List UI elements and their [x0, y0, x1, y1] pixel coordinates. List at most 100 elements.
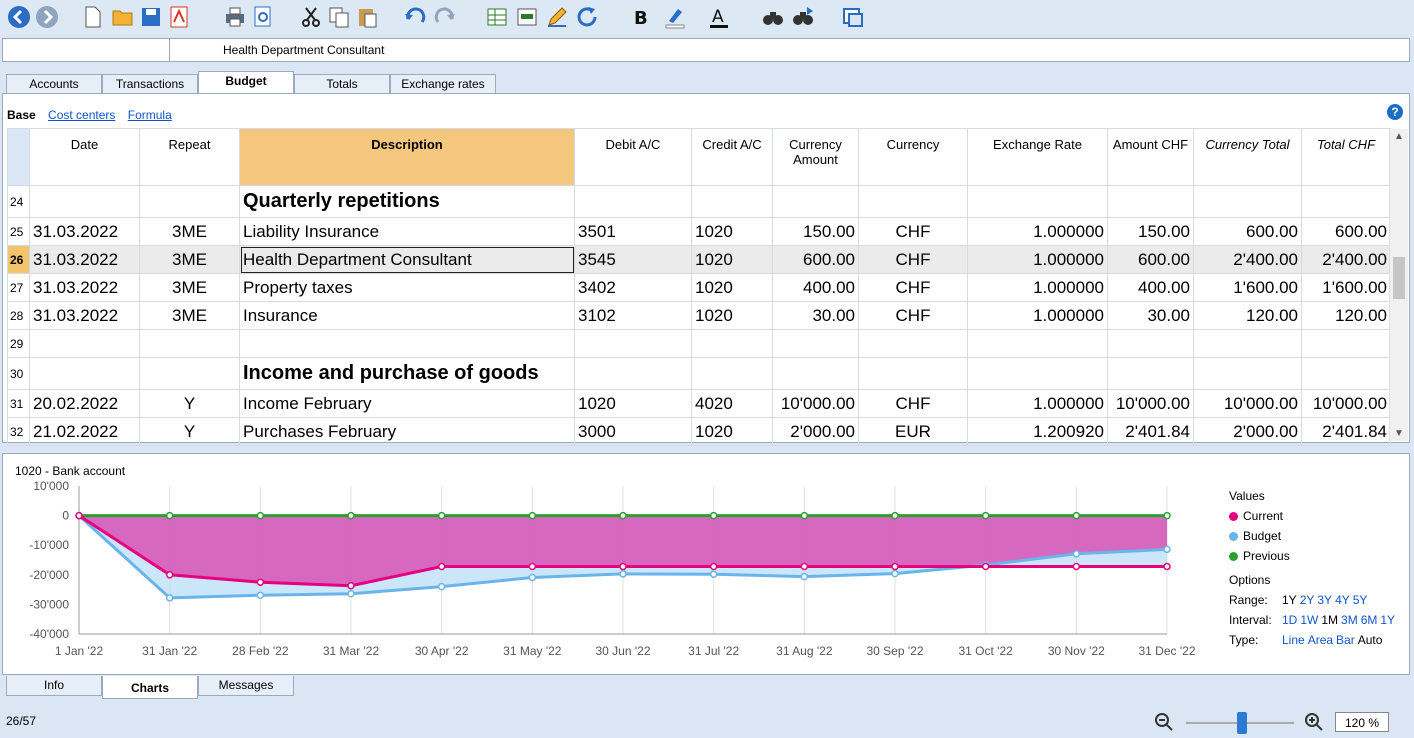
- row-description[interactable]: Purchases February: [239, 417, 575, 446]
- row-exchange-rate[interactable]: 1.000000: [967, 217, 1108, 246]
- view-base[interactable]: Base: [7, 108, 36, 122]
- row-total-chf[interactable]: 600.00: [1301, 217, 1391, 246]
- row-date[interactable]: [29, 185, 140, 218]
- row-currency-amount[interactable]: [772, 185, 859, 218]
- zoom-slider-handle[interactable]: [1237, 712, 1247, 734]
- table-row[interactable]: 24 Quarterly repetitions: [7, 185, 1391, 218]
- option-3m[interactable]: 3M: [1341, 613, 1358, 627]
- delete-rows-icon[interactable]: [514, 4, 540, 30]
- row-exchange-rate[interactable]: 1.000000: [967, 301, 1108, 330]
- row-number[interactable]: 28: [7, 301, 30, 330]
- row-description[interactable]: Health Department Consultant: [239, 245, 575, 274]
- row-number[interactable]: 27: [7, 273, 30, 302]
- row-date[interactable]: 21.02.2022: [29, 417, 140, 446]
- option-1d[interactable]: 1D: [1282, 613, 1297, 627]
- row-description[interactable]: Property taxes: [239, 273, 575, 302]
- row-currency-amount[interactable]: 600.00: [772, 245, 859, 274]
- row-date[interactable]: [29, 357, 140, 390]
- bold-icon[interactable]: B: [628, 4, 654, 30]
- help-icon[interactable]: ?: [1387, 104, 1403, 120]
- table-row[interactable]: 29: [7, 329, 1391, 358]
- row-currency-total[interactable]: 2'000.00: [1193, 417, 1302, 446]
- back-icon[interactable]: [6, 4, 32, 30]
- row-amount-chf[interactable]: [1107, 185, 1194, 218]
- row-amount-chf[interactable]: 2'401.84: [1107, 417, 1194, 446]
- legend-item-previous[interactable]: Previous: [1229, 546, 1395, 566]
- row-repeat[interactable]: [139, 357, 240, 390]
- table-row[interactable]: 31 20.02.2022 Y Income February 1020 4020 10'0…: [7, 389, 1391, 418]
- row-amount-chf[interactable]: 400.00: [1107, 273, 1194, 302]
- legend-item-current[interactable]: Current: [1229, 506, 1395, 526]
- row-exchange-rate[interactable]: [967, 185, 1108, 218]
- copy-icon[interactable]: [326, 4, 352, 30]
- edit-pencil-icon[interactable]: [544, 4, 570, 30]
- row-debit[interactable]: [574, 329, 692, 358]
- column-header-total-chf[interactable]: Total CHF: [1301, 128, 1391, 186]
- row-debit[interactable]: 3501: [574, 217, 692, 246]
- print-preview-icon[interactable]: [250, 4, 276, 30]
- row-currency[interactable]: CHF: [858, 389, 968, 418]
- option-1y[interactable]: 1Y: [1282, 593, 1297, 607]
- column-header-debit[interactable]: Debit A/C: [574, 128, 692, 186]
- redo-icon[interactable]: [432, 4, 458, 30]
- row-currency[interactable]: CHF: [858, 301, 968, 330]
- column-header-exchange-rate[interactable]: Exchange Rate: [967, 128, 1108, 186]
- row-repeat[interactable]: [139, 185, 240, 218]
- tab-messages[interactable]: Messages: [198, 676, 294, 696]
- option-2y[interactable]: 2Y: [1300, 593, 1315, 607]
- highlight-color-icon[interactable]: [662, 4, 688, 30]
- row-currency-total[interactable]: [1193, 329, 1302, 358]
- row-credit[interactable]: [691, 329, 773, 358]
- row-number[interactable]: 30: [7, 357, 30, 390]
- row-amount-chf[interactable]: 10'000.00: [1107, 389, 1194, 418]
- row-repeat[interactable]: 3ME: [139, 245, 240, 274]
- find-next-icon[interactable]: [790, 4, 816, 30]
- row-repeat[interactable]: Y: [139, 417, 240, 446]
- option-line[interactable]: Line: [1282, 633, 1305, 647]
- row-credit[interactable]: 1020: [691, 217, 773, 246]
- row-credit[interactable]: 4020: [691, 389, 773, 418]
- row-description[interactable]: Income and purchase of goods: [239, 357, 575, 390]
- row-exchange-rate[interactable]: 1.000000: [967, 273, 1108, 302]
- row-exchange-rate[interactable]: [967, 357, 1108, 390]
- row-credit[interactable]: 1020: [691, 301, 773, 330]
- table-row[interactable]: 32 21.02.2022 Y Purchases February 3000 1020 2…: [7, 417, 1391, 446]
- row-repeat[interactable]: 3ME: [139, 217, 240, 246]
- row-description[interactable]: [239, 329, 575, 358]
- formula-input[interactable]: Health Department Consultant: [223, 43, 384, 57]
- option-auto[interactable]: Auto: [1358, 633, 1383, 647]
- new-file-icon[interactable]: [80, 4, 106, 30]
- row-exchange-rate[interactable]: [967, 329, 1108, 358]
- row-credit[interactable]: 1020: [691, 417, 773, 446]
- cut-icon[interactable]: [298, 4, 324, 30]
- zoom-in-icon[interactable]: [1304, 712, 1324, 732]
- column-header-description[interactable]: Description: [239, 128, 575, 186]
- row-amount-chf[interactable]: [1107, 329, 1194, 358]
- open-folder-icon[interactable]: [110, 4, 136, 30]
- cell-reference-field[interactable]: [3, 39, 170, 61]
- vertical-scrollbar[interactable]: ▲ ▼: [1389, 129, 1408, 441]
- option-3y[interactable]: 3Y: [1317, 593, 1332, 607]
- row-repeat[interactable]: 3ME: [139, 301, 240, 330]
- row-currency-amount[interactable]: [772, 357, 859, 390]
- column-header-currency[interactable]: Currency: [858, 128, 968, 186]
- option-bar[interactable]: Bar: [1336, 633, 1355, 647]
- tab-info[interactable]: Info: [6, 676, 102, 696]
- table-row[interactable]: 30 Income and purchase of goods: [7, 357, 1391, 390]
- row-debit[interactable]: [574, 357, 692, 390]
- row-total-chf[interactable]: 2'400.00: [1301, 245, 1391, 274]
- row-amount-chf[interactable]: 150.00: [1107, 217, 1194, 246]
- option-1m[interactable]: 1M: [1321, 613, 1338, 627]
- row-debit[interactable]: 3000: [574, 417, 692, 446]
- scrollbar-thumb[interactable]: [1393, 257, 1405, 299]
- row-currency-total[interactable]: 600.00: [1193, 217, 1302, 246]
- tab-budget[interactable]: Budget: [198, 71, 294, 94]
- column-header-repeat[interactable]: Repeat: [139, 128, 240, 186]
- column-header-date[interactable]: Date: [29, 128, 140, 186]
- row-repeat[interactable]: 3ME: [139, 273, 240, 302]
- row-currency[interactable]: CHF: [858, 273, 968, 302]
- column-header-currency-amount[interactable]: Currency Amount: [772, 128, 859, 186]
- row-debit[interactable]: 3402: [574, 273, 692, 302]
- text-color-icon[interactable]: A: [706, 4, 732, 30]
- undo-icon[interactable]: [402, 4, 428, 30]
